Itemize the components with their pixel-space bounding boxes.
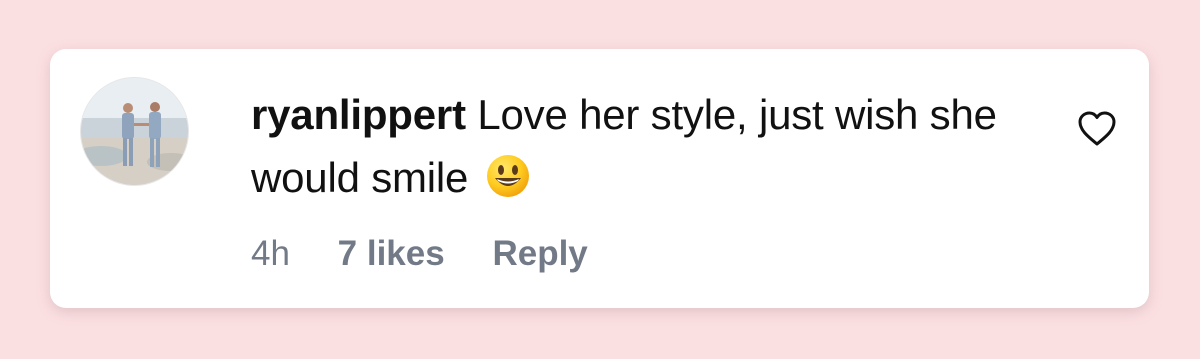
comment-card: ryanlippert Love her style, just wish sh… <box>50 49 1149 308</box>
comment-likes-count[interactable]: 7 likes <box>338 232 445 276</box>
comment-body: ryanlippert Love her style, just wish sh… <box>251 83 1011 209</box>
comment-timestamp[interactable]: 4h <box>251 232 290 276</box>
like-button[interactable] <box>1076 109 1118 149</box>
heart-outline-icon <box>1078 111 1116 146</box>
comment-username[interactable]: ryanlippert <box>251 91 466 138</box>
reply-button[interactable]: Reply <box>492 232 587 276</box>
avatar[interactable] <box>80 77 189 186</box>
comment-meta: 4h 7 likes Reply <box>251 232 626 276</box>
grinning-face-emoji <box>486 155 529 197</box>
avatar-photo <box>81 78 188 185</box>
